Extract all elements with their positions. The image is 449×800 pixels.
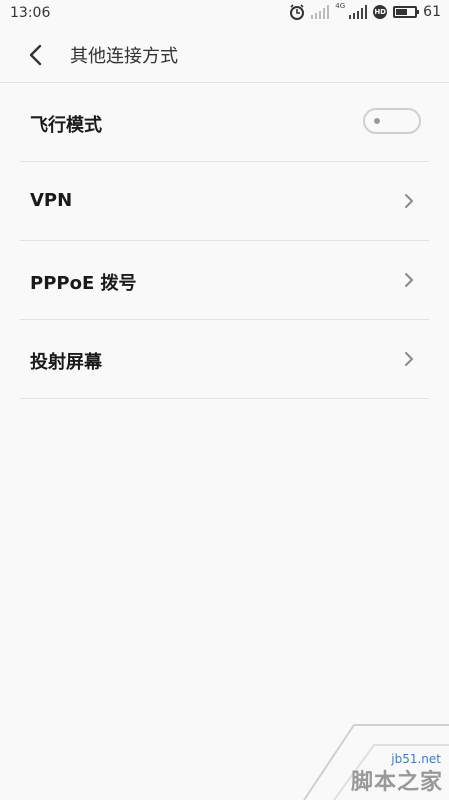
- alarm-icon: [290, 4, 305, 20]
- setting-pppoe[interactable]: PPPoE 拨号: [20, 241, 429, 320]
- chevron-right-icon: [405, 273, 413, 287]
- setting-vpn[interactable]: VPN: [20, 162, 429, 241]
- status-time: 13:06: [10, 5, 51, 21]
- setting-label: 飞行模式: [30, 115, 102, 136]
- status-bar: 13:06 4G HD 61: [0, 0, 449, 28]
- chevron-right-icon: [405, 194, 413, 208]
- airplane-mode-toggle[interactable]: [363, 108, 421, 134]
- chevron-left-icon[interactable]: [24, 42, 48, 68]
- setting-airplane-mode[interactable]: 飞行模式: [20, 83, 429, 162]
- settings-list: 飞行模式 VPN PPPoE 拨号 投射屏幕: [20, 83, 429, 399]
- app-header: 其他连接方式: [0, 28, 449, 83]
- hd-voice-icon: HD: [373, 5, 388, 19]
- setting-label: PPPoE 拨号: [30, 273, 137, 294]
- setting-cast-screen[interactable]: 投射屏幕: [20, 320, 429, 399]
- site-watermark: jb51.net 脚本之家: [294, 705, 449, 800]
- battery-fill: [396, 9, 408, 15]
- toggle-knob: [374, 118, 380, 124]
- signal-sim2-icon: [349, 5, 368, 19]
- network-type-label: 4G: [335, 2, 346, 10]
- status-icons: 4G HD 61: [289, 2, 441, 20]
- signal-sim1-icon: [311, 5, 330, 19]
- chevron-right-icon: [405, 352, 413, 366]
- battery-icon: [393, 6, 420, 18]
- watermark-text: 脚本之家: [350, 770, 443, 795]
- setting-label: 投射屏幕: [30, 352, 102, 373]
- battery-percent: 61: [423, 4, 441, 20]
- setting-label: VPN: [30, 190, 73, 211]
- page-title: 其他连接方式: [70, 46, 178, 67]
